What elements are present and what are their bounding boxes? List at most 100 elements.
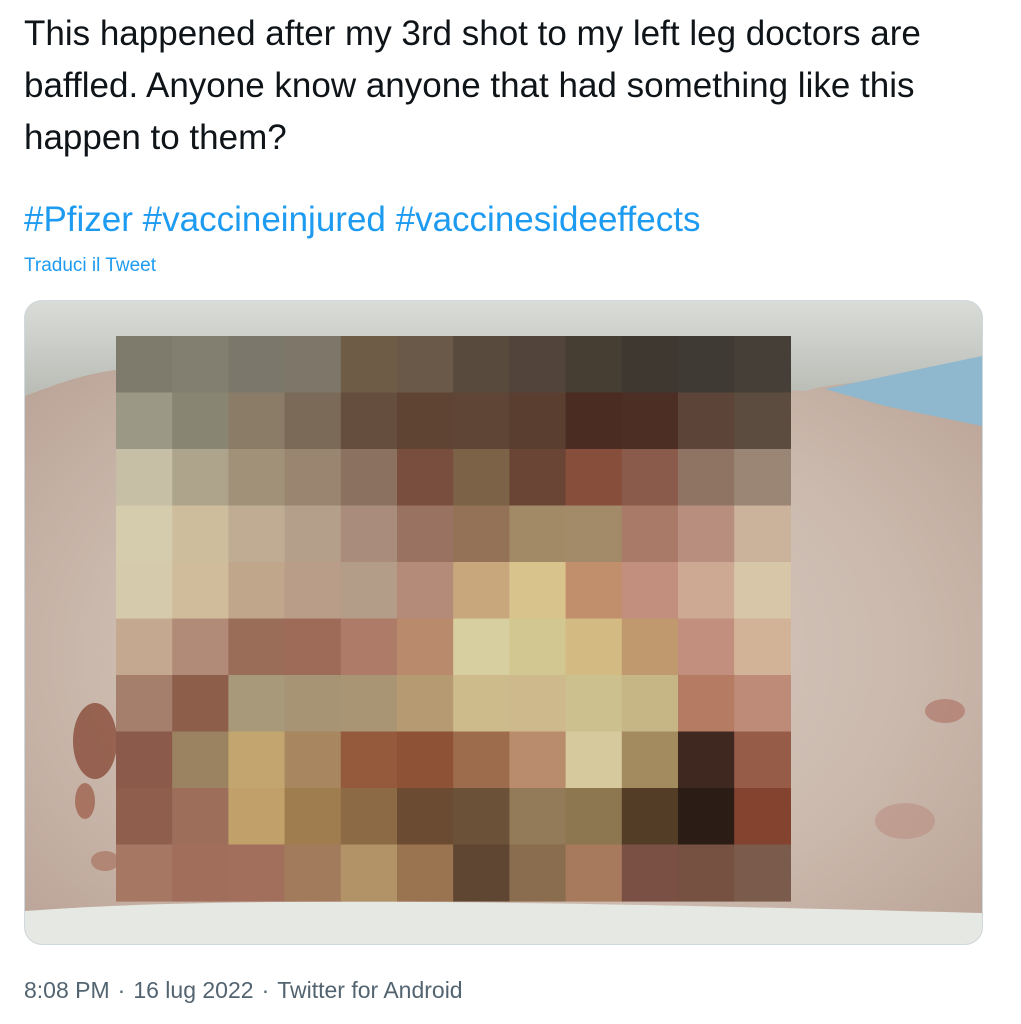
mosaic-tile	[621, 336, 679, 394]
mosaic-tile	[172, 788, 229, 846]
tweet-timestamp-time[interactable]: 8:08 PM	[24, 977, 110, 1003]
mosaic-tile	[621, 392, 679, 450]
mosaic-tile	[734, 392, 791, 450]
mosaic-tile	[453, 788, 510, 846]
mosaic-tile	[621, 505, 679, 563]
mosaic-tile	[565, 392, 623, 450]
mosaic-tile	[116, 788, 173, 846]
mosaic-tile	[116, 505, 173, 563]
mosaic-tile	[509, 618, 567, 676]
mosaic-tile	[678, 731, 735, 789]
mosaic-tile	[453, 392, 510, 450]
mosaic-tile	[509, 392, 567, 450]
mosaic-tile	[509, 731, 567, 789]
tweet-timestamp-date[interactable]: 16 lug 2022	[133, 977, 253, 1003]
mosaic-tile	[228, 844, 286, 902]
mosaic-tile	[565, 844, 623, 902]
mosaic-tile	[284, 505, 342, 563]
mosaic-tile	[340, 844, 398, 902]
mosaic-tile	[678, 618, 735, 676]
mosaic-tile	[565, 505, 623, 563]
mosaic-tile	[453, 562, 510, 620]
mosaic-tile	[172, 449, 229, 507]
mosaic-tile	[397, 731, 454, 789]
tweet-source-link[interactable]: Twitter for Android	[277, 977, 462, 1003]
mosaic-tile	[397, 618, 454, 676]
mosaic-tile	[284, 731, 342, 789]
mosaic-tile	[116, 336, 173, 394]
mosaic-tile	[678, 505, 735, 563]
mosaic-tile	[284, 675, 342, 733]
mosaic-tile	[509, 336, 567, 394]
mosaic-tile	[172, 844, 229, 902]
mosaic-tile	[228, 618, 286, 676]
mosaic-tile	[228, 505, 286, 563]
mosaic-tile	[621, 731, 679, 789]
mosaic-tile	[621, 618, 679, 676]
mosaic-tile	[116, 392, 173, 450]
mosaic-tile	[453, 505, 510, 563]
mosaic-tile	[453, 336, 510, 394]
mosaic-tile	[734, 336, 791, 394]
mosaic-tile	[284, 562, 342, 620]
mosaic-tile	[172, 562, 229, 620]
mosaic-tile	[565, 788, 623, 846]
mosaic-tile	[678, 844, 735, 902]
mosaic-tile	[116, 449, 173, 507]
mosaic-tile	[453, 618, 510, 676]
mosaic-tile	[734, 562, 791, 620]
mosaic-tile	[397, 844, 454, 902]
mosaic-tile	[621, 788, 679, 846]
mosaic-tile	[509, 449, 567, 507]
mosaic-tile	[172, 392, 229, 450]
mosaic-tile	[678, 392, 735, 450]
mosaic-tile	[172, 505, 229, 563]
mosaic-tile	[228, 336, 286, 394]
mosaic-tile	[397, 336, 454, 394]
tweet-photo[interactable]	[24, 300, 983, 945]
mosaic-tile	[228, 788, 286, 846]
mosaic-tile	[284, 449, 342, 507]
mosaic-tile	[284, 336, 342, 394]
mosaic-tile	[565, 618, 623, 676]
mosaic-tile	[340, 449, 398, 507]
pixelated-photo	[25, 301, 982, 944]
mosaic-tile	[678, 788, 735, 846]
hashtag-pfizer[interactable]: #Pfizer	[24, 200, 133, 239]
mosaic-tile	[172, 336, 229, 394]
separator-dot: ·	[261, 977, 270, 1003]
tweet-text: This happened after my 3rd shot to my le…	[24, 14, 921, 157]
mosaic-tile	[453, 449, 510, 507]
hashtags: #Pfizer #vaccineinjured #vaccinesideeffe…	[24, 194, 700, 246]
mosaic-tile	[340, 731, 398, 789]
mosaic-tile	[565, 562, 623, 620]
mosaic-tile	[284, 844, 342, 902]
mosaic-tile	[116, 844, 173, 902]
mosaic-tile	[340, 562, 398, 620]
translate-tweet-link[interactable]: Traduci il Tweet	[24, 252, 156, 280]
mosaic-tile	[678, 675, 735, 733]
mosaic-tile	[228, 675, 286, 733]
mosaic-tile	[453, 844, 510, 902]
mosaic-tile	[228, 392, 286, 450]
mosaic-tile	[228, 449, 286, 507]
mosaic-tile	[678, 449, 735, 507]
mosaic-tile	[621, 844, 679, 902]
mosaic-tile	[509, 675, 567, 733]
mosaic-tile	[509, 562, 567, 620]
mosaic-tile	[284, 618, 342, 676]
mosaic-tile	[678, 562, 735, 620]
mosaic-tile	[397, 505, 454, 563]
mosaic-tile	[116, 618, 173, 676]
mosaic-tile	[509, 788, 567, 846]
tweet-container: This happened after my 3rd shot to my le…	[0, 0, 1021, 1024]
mosaic-tile	[509, 844, 567, 902]
mosaic-tile	[284, 392, 342, 450]
mosaic-tile	[116, 562, 173, 620]
hashtag-vaccinesideeffects[interactable]: #vaccinesideeffects	[396, 200, 701, 239]
mosaic-tile	[565, 336, 623, 394]
hashtag-vaccineinjured[interactable]: #vaccineinjured	[143, 200, 386, 239]
mosaic-tile	[734, 844, 791, 902]
mosaic-tile	[734, 731, 791, 789]
mosaic-tile	[228, 562, 286, 620]
